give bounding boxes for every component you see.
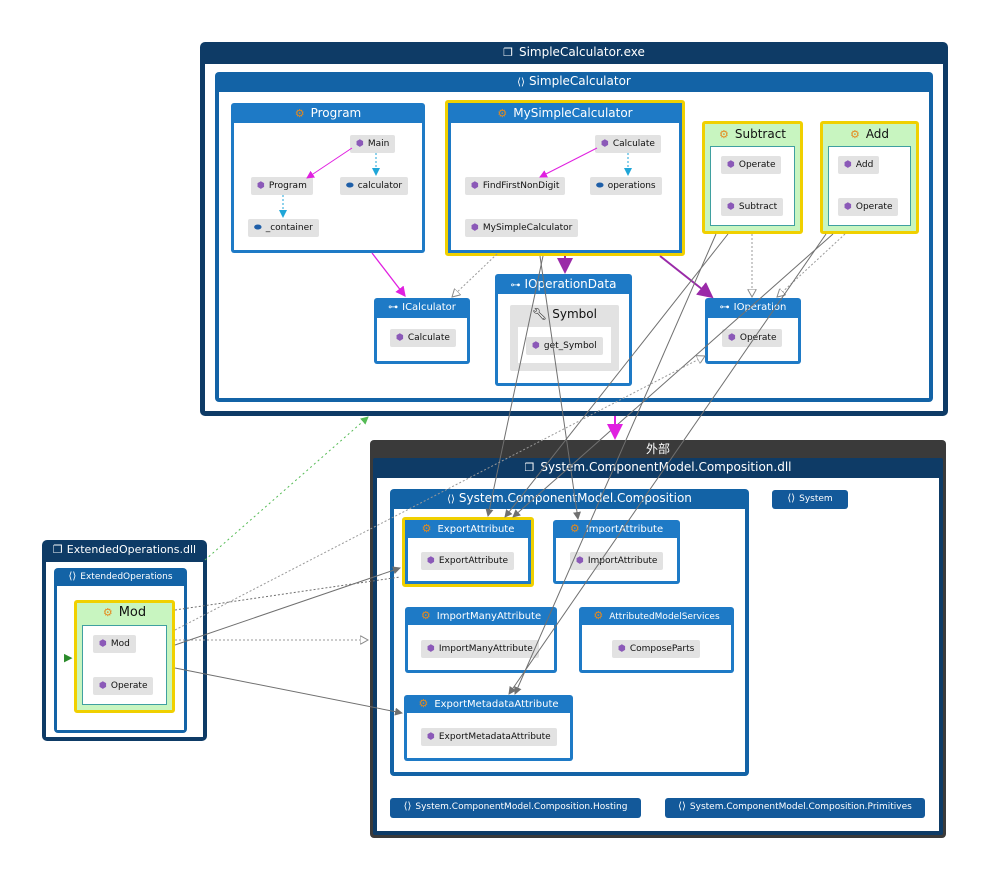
edge-msc-import <box>539 255 581 520</box>
edge-calculate-findfirst <box>539 147 598 178</box>
edge-msc-icalculator <box>452 253 498 297</box>
edge-main-program <box>306 147 353 179</box>
edge-mod-export <box>174 566 401 646</box>
edge-subtract-metadata <box>514 233 717 695</box>
edge-program-import <box>395 253 507 516</box>
edge-mod-ioperation <box>174 356 705 631</box>
edge-msc-importmany <box>485 255 544 517</box>
dependency-edges <box>174 147 846 716</box>
edge-add-export <box>512 233 834 518</box>
edge-mod-simplecalculator <box>204 416 369 561</box>
edge-program-icalculator <box>371 252 406 298</box>
edge-add-ioperation <box>777 233 846 297</box>
edge-add-metadata <box>508 233 827 695</box>
edge-mod-system <box>174 576 401 611</box>
edge-mod-metadata <box>174 667 403 716</box>
